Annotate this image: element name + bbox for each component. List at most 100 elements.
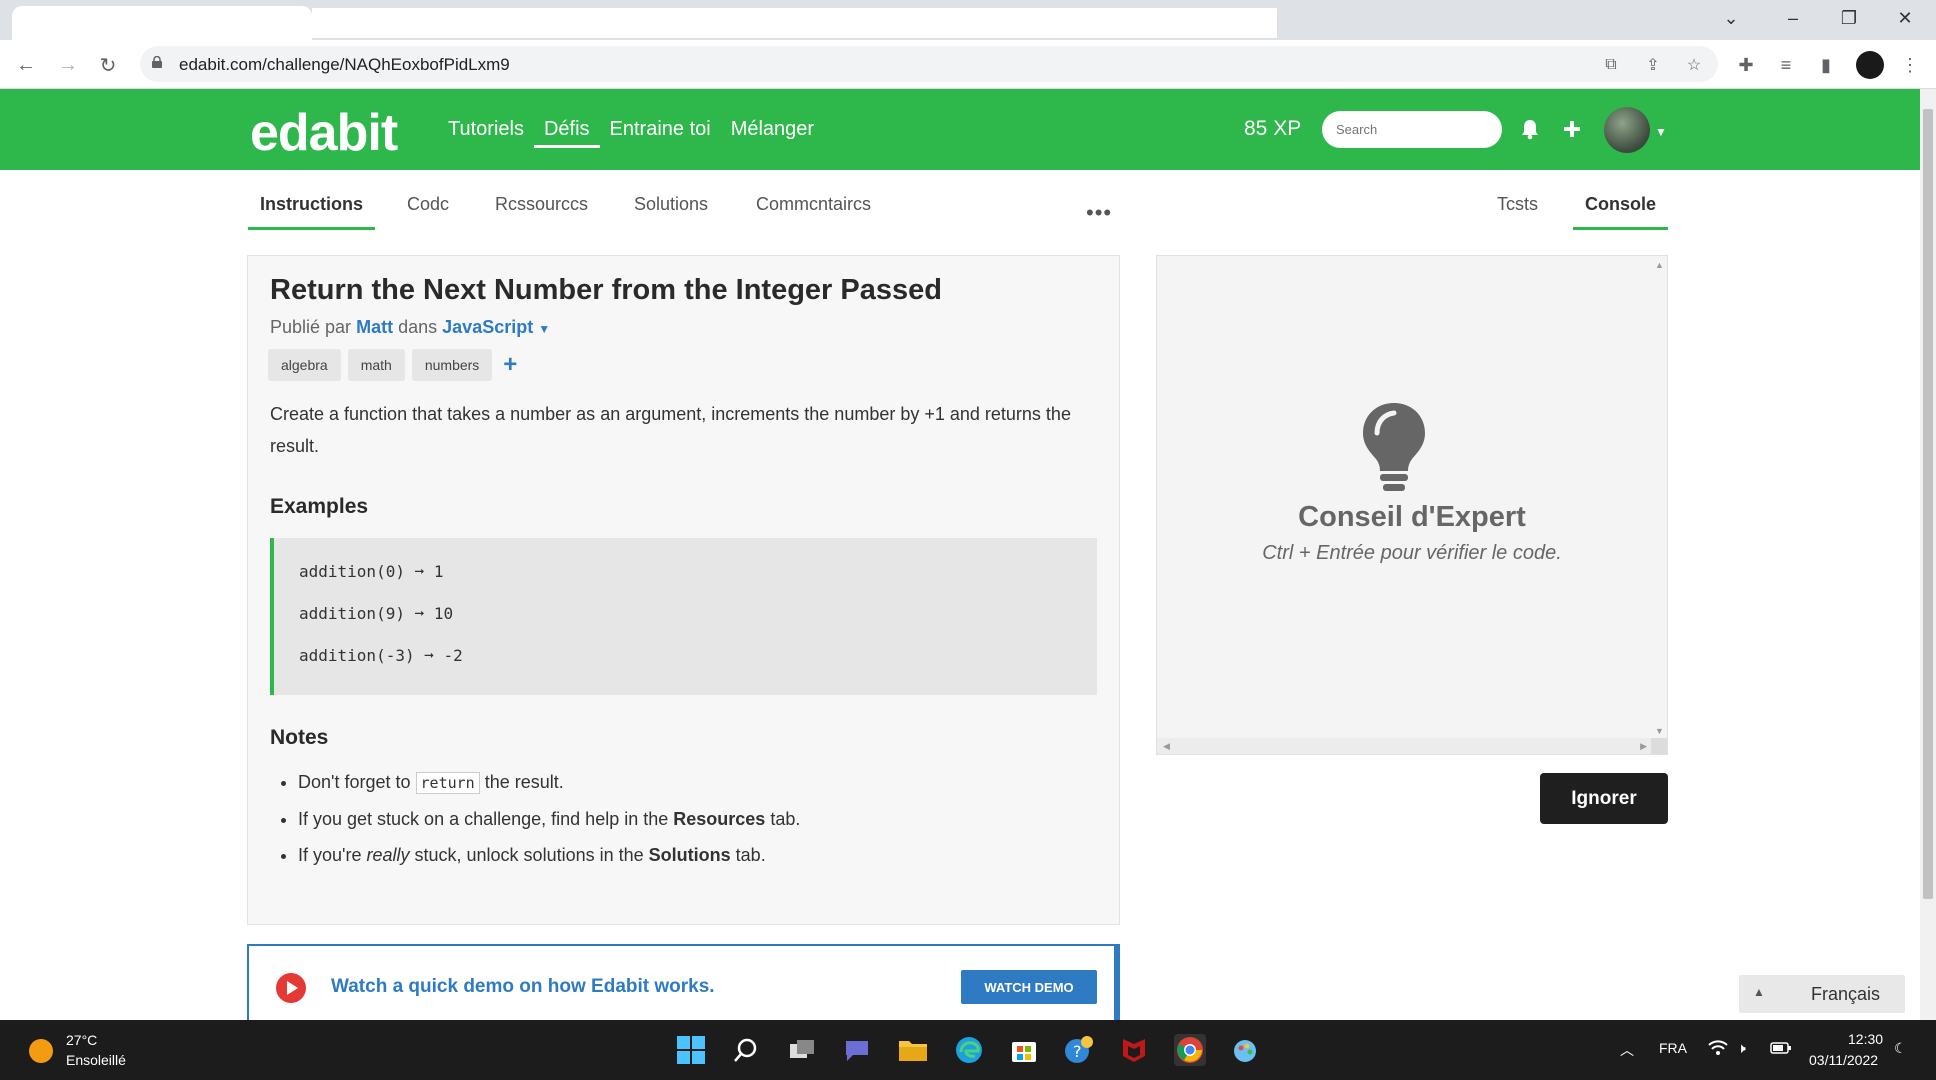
note-item: If you're really stuck, unlock solutions… — [298, 843, 800, 867]
clock-date[interactable]: 03/11/2022 — [1809, 1052, 1878, 1068]
published-prefix: Publié par — [270, 317, 352, 337]
edabit-logo[interactable]: edabit — [250, 103, 398, 163]
caret-up-icon: ▲ — [1753, 985, 1765, 999]
mcafee-icon[interactable] — [1118, 1034, 1150, 1066]
instructions-panel: Return the Next Number from the Integer … — [247, 255, 1120, 925]
edge-browser-icon[interactable] — [953, 1034, 985, 1066]
minimize-icon[interactable]: – — [1770, 0, 1816, 36]
language-selector[interactable]: ▲ Français — [1739, 975, 1905, 1013]
browser-menu-icon[interactable]: ⋮ — [1898, 53, 1922, 77]
author-link[interactable]: Matt — [356, 317, 393, 337]
scroll-down-arrow-icon[interactable]: ▼ — [1655, 726, 1664, 736]
console-horizontal-scrollbar[interactable]: ◀ ▶ — [1157, 738, 1653, 754]
example-line: addition(0) ➞ 1 — [299, 562, 444, 581]
scroll-left-arrow-icon[interactable]: ◀ — [1163, 741, 1170, 752]
browser-tab-active[interactable] — [12, 6, 312, 40]
page-scrollbar[interactable] — [1920, 89, 1936, 1020]
tab-resources[interactable]: Rcssourccs — [495, 194, 588, 227]
microsoft-store-icon[interactable] — [1008, 1034, 1040, 1066]
file-explorer-icon[interactable] — [897, 1034, 929, 1066]
challenge-description: Create a function that takes a number as… — [270, 404, 1071, 456]
extensions-puzzle-icon[interactable]: ✚ — [1734, 53, 1758, 77]
reload-icon[interactable]: ↻ — [92, 49, 124, 81]
add-tag-plus-icon[interactable]: + — [503, 351, 517, 379]
paint-app-icon[interactable] — [1229, 1034, 1261, 1066]
task-view-icon[interactable] — [786, 1034, 818, 1066]
taskbar-search-icon[interactable] — [730, 1034, 762, 1066]
lightbulb-icon — [1363, 403, 1425, 491]
tag-list: algebra math numbers + — [268, 349, 517, 381]
tab-tests[interactable]: Tcsts — [1497, 194, 1538, 227]
windows-start-icon[interactable] — [675, 1034, 707, 1066]
plus-icon[interactable] — [1558, 115, 1586, 143]
speaker-muted-icon[interactable]: 🕨 — [1737, 1040, 1746, 1057]
back-arrow-icon[interactable]: ← — [10, 49, 42, 81]
console-vertical-scrollbar[interactable]: ▲ ▼ — [1651, 256, 1667, 740]
search-input[interactable] — [1322, 111, 1502, 148]
nav-tutoriels[interactable]: Tutoriels — [438, 89, 534, 170]
teams-chat-icon[interactable] — [841, 1034, 873, 1066]
site-header: edabit Tutoriels Défis Entraine toi Méla… — [0, 89, 1936, 170]
notifications-moon-icon[interactable]: ☾ — [1894, 1040, 1907, 1057]
caret-down-icon[interactable]: ▼ — [1655, 125, 1667, 139]
language-caret-icon[interactable]: ▼ — [538, 322, 550, 336]
page-scrollbar-thumb[interactable] — [1923, 109, 1933, 899]
close-window-icon[interactable]: ✕ — [1882, 0, 1928, 36]
nav-melanger[interactable]: Mélanger — [721, 89, 824, 170]
language-label: Français — [1811, 984, 1881, 1004]
reading-list-icon[interactable]: ≡ — [1774, 53, 1798, 77]
svg-text:?: ? — [1073, 1042, 1082, 1061]
browser-toolbar: ← → ↻ edabit.com/challenge/NAQhEoxbofPid… — [0, 40, 1936, 89]
tag-numbers[interactable]: numbers — [411, 349, 493, 381]
clock-time[interactable]: 12:30 — [1848, 1031, 1883, 1047]
tab-instructions[interactable]: Instructions — [248, 194, 376, 230]
bookmark-star-icon[interactable]: ☆ — [1683, 54, 1705, 76]
ignore-button[interactable]: Ignorer — [1540, 773, 1668, 824]
demo-text[interactable]: Watch a quick demo on how Edabit works. — [331, 976, 715, 998]
tab-search-chevron-icon[interactable]: ⌄ — [1708, 0, 1754, 36]
weather-description[interactable]: Ensoleillé — [66, 1052, 126, 1068]
nav-entraine-toi[interactable]: Entraine toi — [600, 89, 721, 170]
restore-icon[interactable]: ❐ — [1826, 0, 1872, 36]
xp-counter[interactable]: 85 XP — [1244, 117, 1301, 141]
note-text: If you get stuck on a challenge, find he… — [298, 809, 669, 829]
bell-icon[interactable] — [1516, 115, 1544, 143]
scroll-right-arrow-icon[interactable]: ▶ — [1640, 741, 1647, 752]
input-language[interactable]: FRA — [1659, 1040, 1687, 1056]
user-avatar[interactable] — [1604, 107, 1650, 153]
weather-temperature[interactable]: 27°C — [66, 1032, 97, 1048]
more-options-icon[interactable]: ••• — [1086, 200, 1112, 226]
battery-icon[interactable] — [1770, 1040, 1792, 1059]
tab-solutions[interactable]: Solutions — [634, 194, 708, 227]
lock-icon — [152, 56, 162, 68]
translate-icon[interactable]: ⧉ — [1600, 54, 1622, 76]
sun-weather-icon[interactable] — [29, 1039, 53, 1063]
notes-list: Don't forget to return the result. If yo… — [298, 770, 800, 879]
tray-overflow-chevron-icon[interactable]: ︿ — [1620, 1040, 1634, 1060]
tab-comments[interactable]: Commcntaircs — [756, 194, 871, 227]
play-icon[interactable] — [276, 973, 306, 1003]
side-panel-icon[interactable]: ▮ — [1814, 53, 1838, 77]
windows-taskbar: 27°C Ensoleillé ? ︿ FRA 🕨 12:30 03/11/20… — [0, 1020, 1936, 1080]
address-bar[interactable]: edabit.com/challenge/NAQhEoxbofPidLxm9 ⧉… — [140, 46, 1718, 82]
tag-math[interactable]: math — [347, 349, 405, 381]
tag-algebra[interactable]: algebra — [268, 349, 341, 381]
browser-profile-avatar[interactable] — [1856, 51, 1884, 79]
language-link[interactable]: JavaScript — [442, 317, 533, 337]
forward-arrow-icon[interactable]: → — [52, 49, 84, 81]
example-line: addition(-3) ➞ -2 — [299, 646, 463, 665]
demo-banner: Watch a quick demo on how Edabit works. … — [247, 944, 1120, 1024]
scroll-up-arrow-icon[interactable]: ▲ — [1655, 260, 1664, 270]
tips-app-icon[interactable]: ? — [1063, 1034, 1095, 1066]
main-nav: Tutoriels Défis Entraine toi Mélanger — [438, 89, 824, 170]
nav-defis[interactable]: Défis — [533, 89, 600, 170]
challenge-tabs: Instructions Codc Rcssourccs Solutions C… — [0, 170, 1920, 230]
tab-console[interactable]: Console — [1573, 194, 1669, 230]
tip-subtitle: Ctrl + Entrée pour vérifier le code. — [1262, 542, 1562, 564]
chrome-icon[interactable] — [1174, 1034, 1206, 1066]
share-icon[interactable]: ⇪ — [1642, 54, 1664, 76]
byline: Publié par Matt dans JavaScript ▼ — [270, 317, 550, 338]
wifi-icon[interactable] — [1708, 1040, 1728, 1059]
tab-code[interactable]: Codc — [407, 194, 449, 227]
watch-demo-button[interactable]: WATCH DEMO — [961, 970, 1097, 1004]
